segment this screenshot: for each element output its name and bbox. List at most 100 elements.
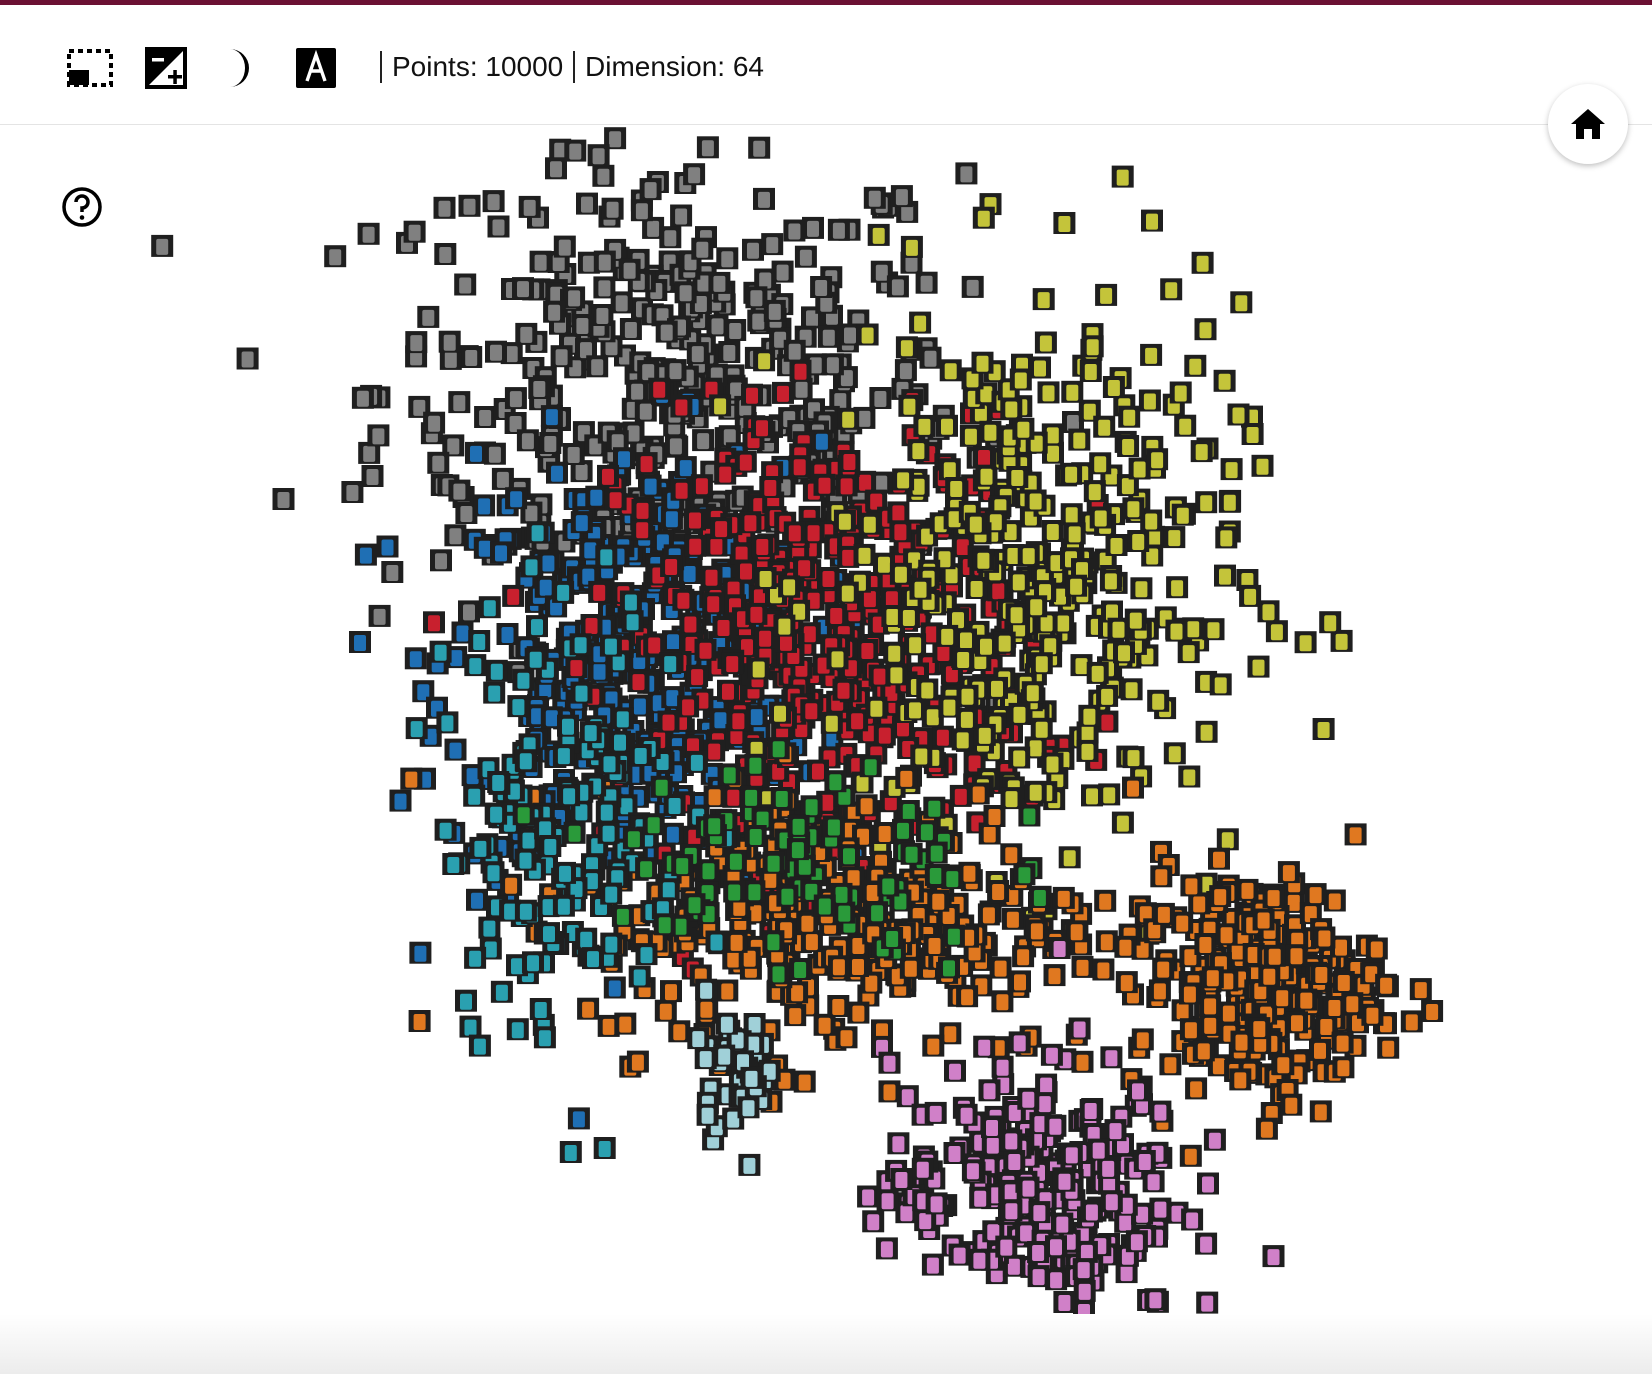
point-tile[interactable]: [655, 320, 678, 343]
point-tile[interactable]: [712, 616, 735, 638]
point-tile[interactable]: [1076, 739, 1099, 762]
point-tile[interactable]: [236, 347, 259, 370]
point-tile[interactable]: [883, 641, 906, 664]
point-tile[interactable]: [894, 359, 917, 382]
point-tile[interactable]: [810, 276, 833, 298]
point-tile[interactable]: [1218, 490, 1241, 513]
point-tile[interactable]: [967, 782, 990, 805]
point-tile[interactable]: [837, 407, 860, 430]
point-tile[interactable]: [661, 822, 684, 845]
point-tile[interactable]: [821, 353, 844, 376]
point-tile[interactable]: [631, 518, 654, 541]
embedding-scatter-plot[interactable]: [0, 125, 1652, 1374]
point-tile[interactable]: [357, 222, 380, 245]
point-tile[interactable]: [886, 275, 909, 298]
point-tile[interactable]: [427, 451, 450, 474]
point-tile[interactable]: [564, 139, 587, 162]
point-tile[interactable]: [474, 406, 497, 428]
point-tile[interactable]: [604, 488, 627, 511]
point-tile[interactable]: [955, 162, 978, 185]
point-tile[interactable]: [1034, 331, 1057, 354]
point-tile[interactable]: [1111, 811, 1134, 834]
point-tile[interactable]: [1081, 335, 1104, 358]
point-tile[interactable]: [630, 199, 653, 222]
point-tile[interactable]: [1089, 452, 1112, 475]
point-tile[interactable]: [863, 186, 886, 209]
point-tile[interactable]: [1089, 506, 1112, 529]
point-tile[interactable]: [889, 520, 912, 543]
point-tile[interactable]: [1174, 414, 1197, 437]
point-tile[interactable]: [1030, 652, 1053, 675]
point-tile[interactable]: [1169, 381, 1192, 404]
point-tile[interactable]: [1060, 503, 1083, 526]
point-tile[interactable]: [1213, 369, 1236, 392]
point-tile[interactable]: [639, 178, 662, 201]
point-tile[interactable]: [772, 381, 794, 404]
point-tile[interactable]: [1184, 354, 1207, 377]
toggle-contrast-button[interactable]: [140, 42, 192, 94]
point-tile[interactable]: [869, 387, 892, 409]
point-tile[interactable]: [664, 434, 687, 457]
point-tile[interactable]: [571, 314, 594, 336]
point-tile[interactable]: [833, 509, 856, 532]
point-tile[interactable]: [741, 383, 763, 406]
point-tile[interactable]: [909, 577, 932, 600]
point-tile[interactable]: [361, 465, 384, 487]
point-tile[interactable]: [1037, 381, 1060, 404]
point-tile[interactable]: [1053, 212, 1076, 234]
point-tile[interactable]: [376, 535, 399, 558]
point-tile[interactable]: [597, 464, 619, 487]
point-tile[interactable]: [586, 355, 609, 378]
point-tile[interactable]: [904, 633, 927, 656]
point-tile[interactable]: [1165, 619, 1188, 642]
point-tile[interactable]: [502, 584, 525, 607]
point-tile[interactable]: [714, 462, 737, 485]
point-tile[interactable]: [1000, 843, 1023, 866]
point-tile[interactable]: [972, 206, 995, 229]
point-tile[interactable]: [846, 709, 869, 732]
point-tile[interactable]: [1146, 448, 1169, 471]
point-tile[interactable]: [577, 997, 600, 1020]
point-tile[interactable]: [1120, 678, 1143, 701]
point-tile[interactable]: [754, 626, 777, 649]
point-tile[interactable]: [887, 501, 910, 524]
point-tile[interactable]: [931, 725, 954, 748]
point-tile[interactable]: [603, 976, 626, 999]
point-tile[interactable]: [1000, 397, 1023, 420]
point-tile[interactable]: [700, 565, 723, 588]
point-tile[interactable]: [619, 318, 642, 340]
point-tile[interactable]: [529, 250, 552, 273]
point-tile[interactable]: [1001, 907, 1024, 930]
point-tile[interactable]: [515, 322, 538, 345]
point-tile[interactable]: [945, 477, 968, 499]
point-tile[interactable]: [856, 323, 879, 346]
point-tile[interactable]: [900, 235, 923, 258]
point-tile[interactable]: [588, 580, 611, 603]
point-tile[interactable]: [909, 311, 932, 334]
point-tile[interactable]: [690, 474, 713, 497]
point-tile[interactable]: [1009, 368, 1032, 391]
point-tile[interactable]: [1117, 435, 1140, 457]
point-tile[interactable]: [674, 281, 697, 304]
point-tile[interactable]: [631, 498, 654, 521]
point-tile[interactable]: [793, 1070, 816, 1093]
point-tile[interactable]: [576, 192, 598, 215]
point-tile[interactable]: [1024, 780, 1047, 803]
point-tile[interactable]: [1294, 631, 1317, 654]
point-tile[interactable]: [550, 345, 573, 368]
point-tile[interactable]: [1005, 603, 1028, 626]
point-tile[interactable]: [708, 271, 731, 294]
point-tile[interactable]: [430, 549, 452, 572]
point-tile[interactable]: [553, 235, 576, 258]
point-tile[interactable]: [341, 481, 364, 503]
point-tile[interactable]: [487, 215, 510, 238]
point-tile[interactable]: [1007, 570, 1030, 593]
point-tile[interactable]: [1141, 209, 1163, 232]
point-tile[interactable]: [993, 631, 1016, 654]
point-tile[interactable]: [591, 304, 614, 326]
point-tile[interactable]: [272, 488, 295, 510]
point-tile[interactable]: [989, 956, 1012, 979]
point-tile[interactable]: [747, 657, 770, 680]
point-tile[interactable]: [936, 624, 959, 647]
point-tile[interactable]: [1105, 534, 1128, 556]
